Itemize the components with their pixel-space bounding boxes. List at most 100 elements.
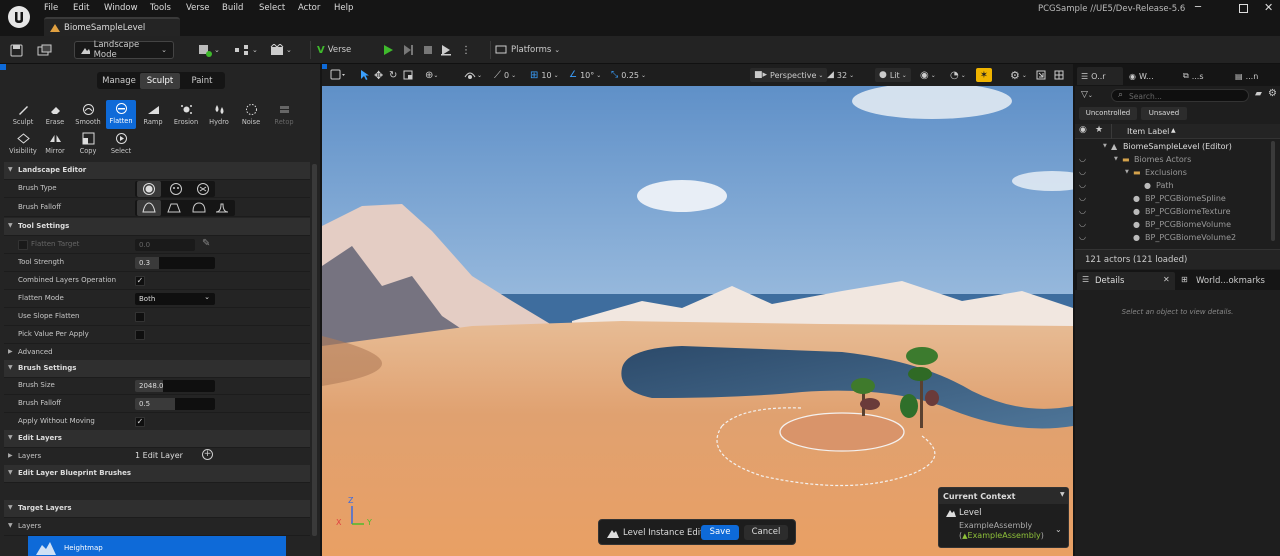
grid-snap-toggle[interactable]: ⟋ 0 ⌄ — [494, 68, 516, 82]
performance-icon[interactable]: ◔ ⌄ — [950, 68, 966, 82]
menu-verse[interactable]: Verse — [186, 3, 210, 13]
outliner-item[interactable]: ◡ ● Path — [1075, 180, 1280, 193]
close-window-icon[interactable]: ✕ — [1264, 1, 1273, 14]
add-layer-icon[interactable]: + — [202, 449, 213, 460]
chevron-down-icon[interactable]: ▼ — [1103, 143, 1107, 149]
tool-sculpt[interactable]: Sculpt — [8, 101, 38, 129]
perspective-dropdown[interactable]: ■▸ Perspective ⌄ — [750, 68, 828, 82]
context-header[interactable]: Current Context ▼ — [939, 488, 1068, 504]
scale-snap-toggle[interactable]: ⤡ 0.25 ⌄ — [611, 68, 646, 82]
chevron-down-icon[interactable]: ⌄ — [1055, 525, 1062, 534]
tool-visibility[interactable]: Visibility — [8, 130, 38, 158]
blueprints-icon[interactable]: ⌄ — [234, 41, 258, 59]
viewport-menu-icon[interactable] — [330, 68, 346, 82]
outliner-item[interactable]: ◡ ▼ ▬ Biomes Actors — [1075, 154, 1280, 167]
brush-circle-icon[interactable] — [137, 181, 161, 197]
eye-icon[interactable]: ◉ — [1079, 125, 1087, 135]
cancel-button[interactable]: Cancel — [744, 525, 788, 540]
section-landscape-editor[interactable]: ▼ Landscape Editor — [4, 162, 310, 180]
tab-outliner[interactable]: ☰ O..r — [1077, 67, 1123, 85]
view-mode-dropdown[interactable]: ● Lit ⌄ — [875, 68, 911, 82]
tool-noise[interactable]: Noise — [236, 101, 266, 129]
visibility-eye-icon[interactable]: ◡ — [1079, 167, 1086, 176]
use-slope-checkbox[interactable] — [135, 312, 145, 322]
eyedropper-icon[interactable]: ✎ — [202, 238, 210, 249]
menu-select[interactable]: Select — [259, 3, 285, 13]
tab-manage[interactable]: Manage — [99, 73, 139, 89]
platforms-button[interactable]: Platforms ⌄ — [490, 41, 560, 59]
verse-button[interactable]: V Verse — [310, 41, 351, 59]
chevron-down-icon[interactable]: ▼ — [1125, 169, 1129, 175]
falloff-smooth-icon[interactable] — [137, 200, 161, 216]
visibility-eye-icon[interactable]: ◡ — [1079, 180, 1086, 189]
filter-uncontrolled-button[interactable]: Uncontrolled — [1079, 107, 1137, 120]
menu-build[interactable]: Build — [222, 3, 243, 13]
brush-alpha-icon[interactable] — [164, 181, 188, 197]
filter-icon[interactable]: ▽⌄ — [1081, 90, 1093, 100]
menu-tools[interactable]: Tools — [150, 3, 171, 13]
stop-icon[interactable] — [422, 41, 434, 59]
outliner-settings-icon[interactable]: ⚙ — [1268, 88, 1277, 99]
save-button[interactable]: Save — [701, 525, 739, 540]
section-brush-settings[interactable]: ▼ Brush Settings — [4, 360, 310, 378]
tab-levels[interactable]: ▤ ...n — [1235, 67, 1279, 85]
tab-paint[interactable]: Paint — [181, 73, 223, 89]
menu-actor[interactable]: Actor — [298, 3, 320, 13]
translate-icon[interactable]: ✥ — [374, 68, 383, 82]
outliner-search-input[interactable]: ⌕ Search... — [1111, 89, 1249, 102]
level-viewport[interactable]: ✥ ↻ ⊕ ⌄ ⌄ ⟋ 0 ⌄ ⊞ 10 ⌄ ∠ 10° ⌄ ⤡ 0.25 ⌄ ■▸ Perspec… — [322, 64, 1073, 556]
menu-file[interactable]: File — [44, 3, 58, 13]
brush-pattern-icon[interactable] — [191, 181, 215, 197]
left-panel-scrollbar[interactable] — [312, 164, 317, 536]
visibility-eye-icon[interactable]: ◡ — [1079, 154, 1086, 163]
visibility-eye-icon[interactable]: ◡ — [1079, 232, 1086, 241]
tool-ramp[interactable]: Ramp — [138, 101, 168, 129]
surface-snap-icon[interactable]: ⌄ — [463, 68, 482, 82]
brush-falloff-slider[interactable]: 0.5 — [135, 398, 215, 410]
close-tab-icon[interactable]: ✕ — [1163, 275, 1170, 284]
section-edit-layers[interactable]: ▼ Edit Layers — [4, 430, 310, 448]
tool-retop[interactable]: Retop — [269, 101, 299, 129]
tool-strength-slider[interactable]: 0.3 — [135, 257, 215, 269]
scale-icon[interactable] — [403, 68, 413, 82]
brush-size-slider[interactable]: 2048.0 — [135, 380, 215, 392]
menu-help[interactable]: Help — [334, 3, 353, 13]
more-options-icon[interactable]: ⋮ — [461, 41, 471, 59]
tool-hydro[interactable]: Hydro — [204, 101, 234, 129]
outliner-item[interactable]: ▼ ▲ BiomeSampleLevel (Editor) — [1075, 141, 1280, 154]
minimize-icon[interactable]: ─ — [1195, 2, 1201, 13]
section-advanced[interactable]: ▶ Advanced — [4, 344, 310, 362]
tab-sculpt[interactable]: Sculpt — [140, 73, 180, 89]
outliner-item[interactable]: ◡ ● BP_PCGBiomeVolume2 — [1075, 232, 1280, 245]
combined-layers-checkbox[interactable]: ✓ — [135, 276, 145, 286]
tool-erase[interactable]: Erase — [40, 101, 70, 129]
outliner-item[interactable]: ◡ ● BP_PCGBiomeSpline — [1075, 193, 1280, 206]
rotate-snap-toggle[interactable]: ∠ 10° ⌄ — [569, 68, 601, 82]
mode-dropdown[interactable]: Landscape Mode ⌄ — [74, 40, 174, 60]
game-view-icon[interactable]: ✶ — [976, 68, 992, 82]
apply-without-moving-checkbox[interactable]: ✓ — [135, 417, 145, 427]
document-tab[interactable]: BiomeSampleLevel — [44, 17, 180, 36]
tool-smooth[interactable]: Smooth — [73, 101, 103, 129]
falloff-linear-icon[interactable] — [162, 200, 186, 216]
visibility-eye-icon[interactable]: ◡ — [1079, 193, 1086, 202]
tool-select[interactable]: Select — [106, 130, 136, 158]
tab-world-bookmarks[interactable]: ⊞ World...okmarks — [1179, 272, 1279, 290]
show-flags-icon[interactable]: ◉ ⌄ — [920, 68, 936, 82]
maximize-icon[interactable] — [1239, 4, 1248, 13]
flatten-target-input[interactable]: 0.0 — [135, 239, 195, 251]
visibility-eye-icon[interactable]: ◡ — [1079, 219, 1086, 228]
chevron-down-icon[interactable]: ▼ — [1114, 156, 1118, 162]
falloff-tip-icon[interactable] — [210, 200, 234, 216]
tool-erosion[interactable]: Erosion — [171, 101, 201, 129]
outliner-item[interactable]: ◡ ▼ ▬ Exclusions — [1075, 167, 1280, 180]
add-actor-icon[interactable]: ⌄ — [198, 41, 220, 59]
flatten-mode-dropdown[interactable]: Both ⌄ — [135, 293, 215, 305]
tab-layers[interactable]: ⧉ ...s — [1183, 67, 1227, 85]
pick-value-checkbox[interactable] — [135, 330, 145, 340]
visibility-eye-icon[interactable]: ◡ — [1079, 206, 1086, 215]
outliner-item[interactable]: ◡ ● BP_PCGBiomeVolume — [1075, 219, 1280, 232]
viewport-settings-icon[interactable]: ⚙ ⌄ — [1010, 68, 1027, 82]
tab-world[interactable]: ◉ W... — [1129, 67, 1173, 85]
layout-icon[interactable] — [1054, 68, 1064, 82]
